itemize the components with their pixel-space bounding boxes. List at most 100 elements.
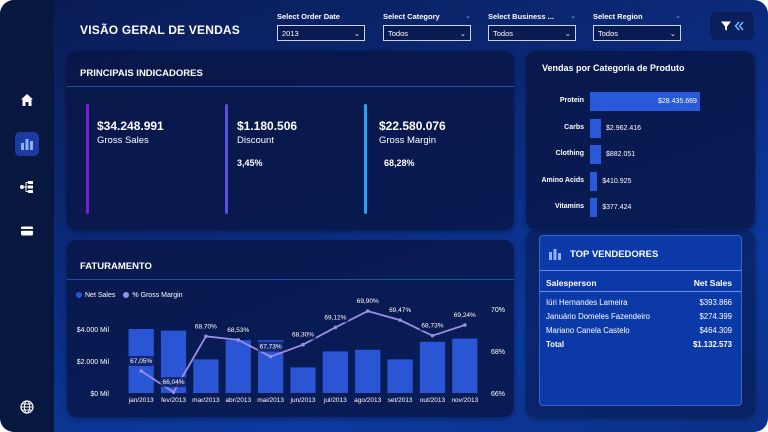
filter-value: Todos bbox=[493, 28, 514, 38]
table-row: Iúri Hernandes Lameira $393.866 bbox=[546, 298, 732, 307]
filter-dropdown[interactable]: Todos ⌄ bbox=[488, 25, 576, 41]
bar-chart-icon bbox=[549, 249, 561, 260]
chart-bar[interactable] bbox=[225, 340, 251, 393]
chart-bar[interactable] bbox=[322, 351, 348, 393]
filter-region[interactable]: Select Region ⌄ Todos ⌄ bbox=[593, 10, 681, 41]
gross-margin-point[interactable] bbox=[139, 369, 143, 373]
card-icon[interactable] bbox=[15, 219, 39, 243]
home-icon[interactable] bbox=[15, 88, 39, 112]
filter-dropdown[interactable]: 2013 ⌄ bbox=[277, 25, 365, 41]
category-bar[interactable] bbox=[590, 118, 601, 138]
x-tick-label: ago/2013 bbox=[354, 397, 381, 404]
chart-bar[interactable] bbox=[452, 338, 478, 393]
table-row: Januário Domeles Fazendeiro $274.399 bbox=[546, 312, 732, 321]
x-tick-label: jan/2013 bbox=[128, 397, 154, 404]
divider bbox=[540, 270, 741, 271]
category-label: Amino Acids bbox=[541, 176, 584, 184]
gross-margin-point[interactable] bbox=[365, 309, 370, 313]
gross-margin-point[interactable] bbox=[236, 338, 241, 342]
x-tick-label: fev/2013 bbox=[161, 397, 186, 404]
x-tick-label: jun/2013 bbox=[290, 397, 316, 404]
x-tick-label: mar/2013 bbox=[192, 397, 220, 404]
gross-margin-point[interactable] bbox=[333, 325, 338, 330]
y-left-tick-label: $0 Mil bbox=[90, 391, 109, 398]
col-net-sales[interactable]: Net Sales bbox=[672, 278, 732, 288]
hierarchy-icon[interactable] bbox=[15, 175, 39, 199]
seller-value: $464.309 bbox=[699, 326, 732, 335]
filter-label: Select Region bbox=[593, 11, 643, 21]
data-label: 68,70% bbox=[195, 323, 217, 330]
gross-margin-point[interactable] bbox=[301, 342, 305, 347]
category-bar[interactable] bbox=[590, 198, 598, 217]
filter-panel-button[interactable] bbox=[710, 12, 754, 40]
filter-category[interactable]: Select Category ⌄ Todos ⌄ bbox=[383, 10, 471, 41]
revenue-chart: $0 Mil $2.000 Mil $4.000 Mil 66% 68% 70% jan/2… bbox=[77, 296, 505, 404]
y-left-tick-label: $4.000 Mil bbox=[77, 327, 110, 334]
table-total-row: Total $1.132.573 bbox=[546, 340, 732, 349]
gross-margin-point[interactable] bbox=[430, 333, 435, 338]
x-tick-label: jul/2013 bbox=[323, 397, 347, 404]
data-label: 69,90% bbox=[357, 298, 379, 305]
divider bbox=[540, 291, 741, 292]
gross-margin-point[interactable] bbox=[171, 390, 176, 394]
kpi-accent-bar bbox=[86, 104, 89, 214]
sellers-title: TOP VENDEDORES bbox=[570, 249, 659, 260]
seller-name: Mariano Canela Castelo bbox=[546, 326, 630, 335]
divider bbox=[67, 279, 514, 280]
category-value: $377.424 bbox=[602, 204, 632, 211]
total-label: Total bbox=[546, 340, 565, 349]
y-right-tick-label: 66% bbox=[491, 391, 505, 398]
chart-bar[interactable] bbox=[419, 341, 446, 393]
sellers-card: TOP VENDEDORES Salesperson Net Sales Iúr… bbox=[539, 235, 742, 406]
data-label: 69,12% bbox=[324, 314, 346, 321]
chart-bar[interactable] bbox=[387, 359, 413, 393]
filter-business[interactable]: Select Business ... ⌄ Todos ⌄ bbox=[488, 10, 576, 41]
kpi-accent-bar bbox=[225, 104, 228, 214]
seller-value: $274.399 bbox=[699, 312, 732, 321]
filter-dropdown[interactable]: Todos ⌄ bbox=[383, 25, 471, 41]
category-bar[interactable] bbox=[590, 145, 601, 164]
filter-value: Todos bbox=[388, 28, 409, 38]
gross-margin-point[interactable] bbox=[398, 318, 402, 322]
x-tick-label: nov/2013 bbox=[451, 397, 478, 404]
col-salesperson[interactable]: Salesperson bbox=[546, 278, 597, 288]
data-label: 69,47% bbox=[389, 307, 411, 314]
chevron-down-icon: ⌄ bbox=[669, 28, 676, 38]
kpi-label: Discount bbox=[237, 135, 274, 146]
filter-label: Select Business ... bbox=[488, 11, 554, 21]
filter-label: Select Category bbox=[383, 11, 440, 21]
globe-icon[interactable] bbox=[15, 395, 39, 419]
chart-bar[interactable] bbox=[193, 359, 219, 393]
chevron-down-icon: ⌄ bbox=[465, 13, 471, 20]
filter-order-date[interactable]: Select Order Date 2013 ⌄ bbox=[277, 10, 365, 41]
y-right-tick-label: 70% bbox=[491, 307, 505, 314]
gross-margin-point[interactable] bbox=[204, 334, 208, 339]
kpi-percent: 68,28% bbox=[384, 158, 415, 168]
kpi-label: Gross Sales bbox=[97, 135, 149, 146]
gross-margin-point[interactable] bbox=[463, 323, 467, 327]
data-label: 68,73% bbox=[421, 323, 443, 330]
total-value: $1.132.573 bbox=[692, 340, 732, 349]
bar-chart-icon[interactable] bbox=[15, 132, 39, 156]
chart-bar[interactable] bbox=[290, 367, 316, 393]
x-tick-label: mai/2013 bbox=[257, 397, 284, 404]
x-tick-label: abr/2013 bbox=[225, 397, 251, 404]
category-bar[interactable] bbox=[590, 171, 598, 191]
chart-bar[interactable] bbox=[355, 349, 381, 393]
category-title: Vendas por Categoria de Produto bbox=[542, 63, 685, 73]
gross-margin-point[interactable] bbox=[268, 354, 273, 359]
seller-name: Iúri Hernandes Lameira bbox=[546, 298, 628, 307]
category-value: $28.435.669 bbox=[658, 98, 697, 105]
data-label: 67,73% bbox=[260, 344, 282, 351]
revenue-title: FATURAMENTO bbox=[80, 261, 152, 272]
filter-dropdown[interactable]: Todos ⌄ bbox=[593, 25, 681, 41]
indicators-title: PRINCIPAIS INDICADORES bbox=[80, 68, 203, 79]
kpi-value: $22.580.076 bbox=[379, 119, 446, 133]
data-label: 68,30% bbox=[292, 332, 314, 339]
divider bbox=[67, 86, 514, 87]
category-label: Carbs bbox=[564, 123, 584, 131]
kpi-value: $1.180.506 bbox=[237, 119, 298, 133]
category-label: Vitamins bbox=[554, 203, 584, 210]
filter-label: Select Order Date bbox=[277, 11, 340, 21]
funnel-icon bbox=[721, 21, 731, 31]
